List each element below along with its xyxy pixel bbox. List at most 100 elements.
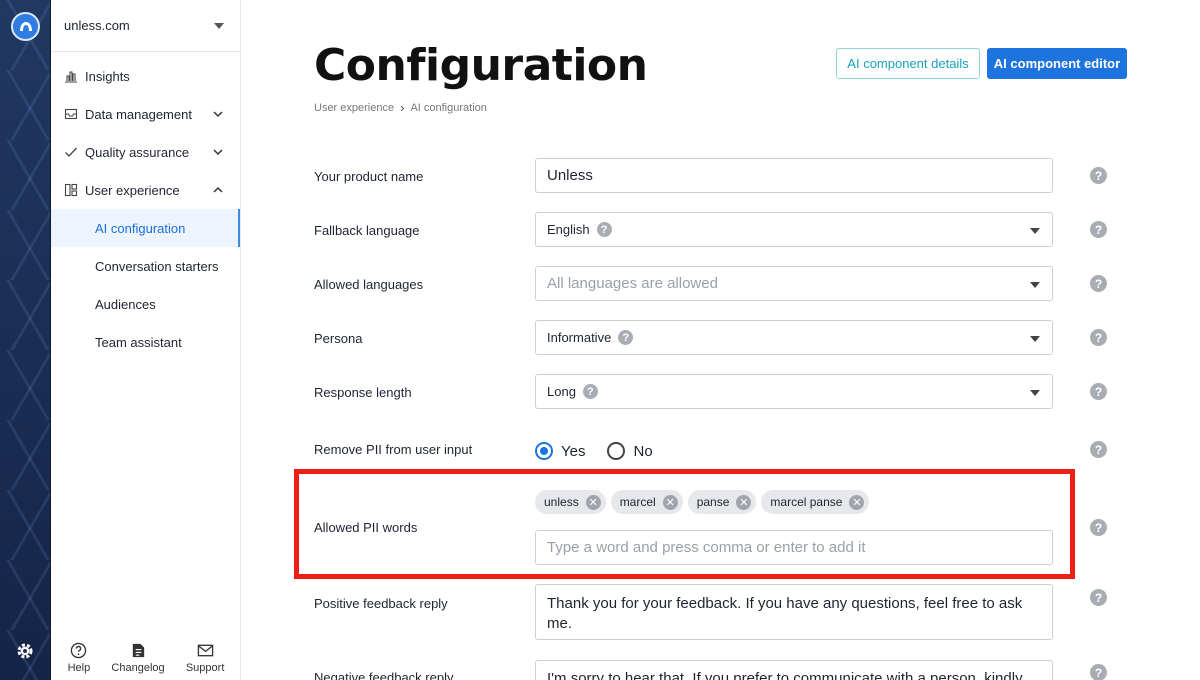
- fallback-language-select[interactable]: English ?: [535, 212, 1053, 247]
- pii-word-input[interactable]: Type a word and press comma or enter to …: [535, 530, 1053, 565]
- allowed-languages-label: Allowed languages: [314, 277, 424, 292]
- remove-tag-icon[interactable]: ✕: [662, 494, 678, 510]
- help-icon[interactable]: ?: [1090, 441, 1107, 458]
- chevron-up-icon: [213, 186, 223, 193]
- support-link[interactable]: Support: [185, 642, 225, 674]
- response-length-value: Long: [547, 384, 576, 399]
- help-icon[interactable]: ?: [1090, 383, 1107, 400]
- pii-tag: unless ✕: [535, 490, 606, 514]
- response-length-select[interactable]: Long ?: [535, 374, 1053, 409]
- chevron-down-icon: [1030, 282, 1040, 288]
- persona-select[interactable]: Informative ?: [535, 320, 1053, 355]
- info-question-icon[interactable]: ?: [618, 330, 634, 345]
- app-logo-icon[interactable]: [11, 12, 40, 41]
- fallback-language-value: English: [547, 222, 590, 237]
- pii-tag-label: panse: [696, 495, 730, 509]
- ai-component-editor-button[interactable]: AI component editor: [987, 48, 1127, 79]
- product-name-value: Unless: [547, 167, 593, 184]
- remove-pii-no-radio[interactable]: [607, 442, 626, 460]
- pii-tag-label: unless: [544, 495, 579, 509]
- pii-tag-list: unless ✕ marcel ✕ panse ✕ marcel panse ✕: [535, 490, 870, 514]
- remove-pii-no-label[interactable]: No: [633, 443, 652, 460]
- checkmark-icon: [64, 145, 78, 159]
- remove-pii-yes-radio[interactable]: [535, 442, 553, 460]
- response-length-label: Response length: [314, 385, 412, 400]
- allowed-languages-select[interactable]: All languages are allowed: [535, 266, 1053, 301]
- remove-tag-icon[interactable]: ✕: [849, 494, 865, 510]
- remove-tag-icon[interactable]: ✕: [585, 494, 601, 510]
- help-icon[interactable]: ?: [1090, 167, 1107, 184]
- remove-pii-radio-group: Yes No: [535, 442, 667, 460]
- persona-value: Informative: [547, 330, 612, 345]
- negative-feedback-value: I'm sorry to hear that. If you prefer to…: [547, 670, 1023, 680]
- remove-pii-yes-label[interactable]: Yes: [561, 443, 585, 460]
- negative-feedback-label: Negative feedback reply: [314, 670, 454, 680]
- pii-tag: marcel panse ✕: [761, 490, 870, 514]
- main-content: Configuration User experience › AI confi…: [241, 0, 1200, 680]
- form-row-remove-pii: Remove PII from user input Yes No ?: [314, 440, 1114, 466]
- info-question-icon[interactable]: ?: [596, 222, 612, 237]
- persona-label: Persona: [314, 331, 363, 346]
- pii-tag-label: marcel panse: [770, 495, 843, 509]
- form-row-persona: Persona Informative ? ?: [314, 320, 1114, 356]
- help-icon[interactable]: ?: [1090, 275, 1107, 292]
- remove-tag-icon[interactable]: ✕: [736, 494, 752, 510]
- sidebar-subitem-conversation-starters[interactable]: Conversation starters: [51, 247, 240, 285]
- sidebar-item-quality-assurance[interactable]: Quality assurance: [51, 133, 240, 171]
- negative-feedback-textarea[interactable]: I'm sorry to hear that. If you prefer to…: [535, 660, 1053, 680]
- sidebar: unless.com Insights Data management Qual…: [51, 0, 241, 680]
- form-row-product-name: Your product name Unless ?: [314, 158, 1114, 194]
- breadcrumb: User experience › AI configuration: [314, 100, 487, 115]
- positive-feedback-label: Positive feedback reply: [314, 596, 448, 611]
- chevron-down-icon: [1030, 336, 1040, 342]
- remove-pii-label: Remove PII from user input: [314, 442, 473, 457]
- info-question-icon[interactable]: ?: [582, 384, 598, 399]
- breadcrumb-item[interactable]: User experience: [314, 102, 394, 114]
- product-name-input[interactable]: Unless: [535, 158, 1053, 193]
- sidebar-item-label: Quality assurance: [85, 144, 190, 160]
- changelog-label: Changelog: [111, 662, 165, 674]
- sidebar-item-label: Insights: [85, 68, 130, 84]
- help-icon[interactable]: ?: [1090, 664, 1107, 680]
- support-label: Support: [185, 662, 225, 674]
- sidebar-subitem-team-assistant[interactable]: Team assistant: [51, 323, 240, 361]
- changelog-link[interactable]: Changelog: [111, 642, 165, 674]
- product-name-label: Your product name: [314, 169, 424, 184]
- sidebar-footer: Help Changelog Support: [51, 642, 241, 674]
- allowed-languages-placeholder: All languages are allowed: [547, 275, 718, 292]
- breadcrumb-item[interactable]: AI configuration: [410, 102, 486, 114]
- sidebar-subitem-ai-configuration[interactable]: AI configuration: [51, 209, 240, 247]
- sidebar-subitem-audiences[interactable]: Audiences: [51, 285, 240, 323]
- help-icon[interactable]: ?: [1090, 221, 1107, 238]
- chevron-down-icon: [214, 22, 224, 29]
- layout-grid-icon: [64, 183, 78, 197]
- chevron-down-icon: [213, 149, 223, 156]
- help-link[interactable]: Help: [68, 642, 90, 674]
- pii-tag: panse ✕: [687, 490, 757, 514]
- question-circle-icon: [71, 642, 87, 659]
- form-row-allowed-languages: Allowed languages All languages are allo…: [314, 266, 1114, 302]
- sidebar-item-user-experience[interactable]: User experience: [51, 171, 240, 209]
- help-icon[interactable]: ?: [1090, 589, 1107, 606]
- sidebar-item-insights[interactable]: Insights: [51, 57, 240, 95]
- positive-feedback-value: Thank you for your feedback. If you have…: [547, 595, 1023, 632]
- ai-component-details-button[interactable]: AI component details: [836, 48, 980, 79]
- sidebar-item-label: Data management: [85, 106, 192, 122]
- help-icon[interactable]: ?: [1090, 519, 1107, 536]
- positive-feedback-textarea[interactable]: Thank you for your feedback. If you have…: [535, 584, 1053, 640]
- breadcrumb-separator-icon: ›: [400, 100, 405, 115]
- sidebar-item-data-management[interactable]: Data management: [51, 95, 240, 133]
- settings-gear-icon[interactable]: [15, 641, 35, 661]
- pii-tag-label: marcel: [619, 495, 656, 509]
- page-title: Configuration: [314, 40, 648, 91]
- inbox-icon: [64, 107, 78, 121]
- pii-tag: marcel ✕: [610, 490, 683, 514]
- app-rail: [0, 0, 51, 680]
- help-icon[interactable]: ?: [1090, 329, 1107, 346]
- mail-icon: [197, 644, 213, 657]
- allowed-pii-label: Allowed PII words: [314, 520, 418, 535]
- sidebar-item-label: User experience: [85, 182, 180, 198]
- org-switcher[interactable]: unless.com: [51, 0, 240, 52]
- bar-chart-icon: [64, 69, 78, 83]
- sidebar-nav: Insights Data management Quality assuran…: [51, 52, 240, 361]
